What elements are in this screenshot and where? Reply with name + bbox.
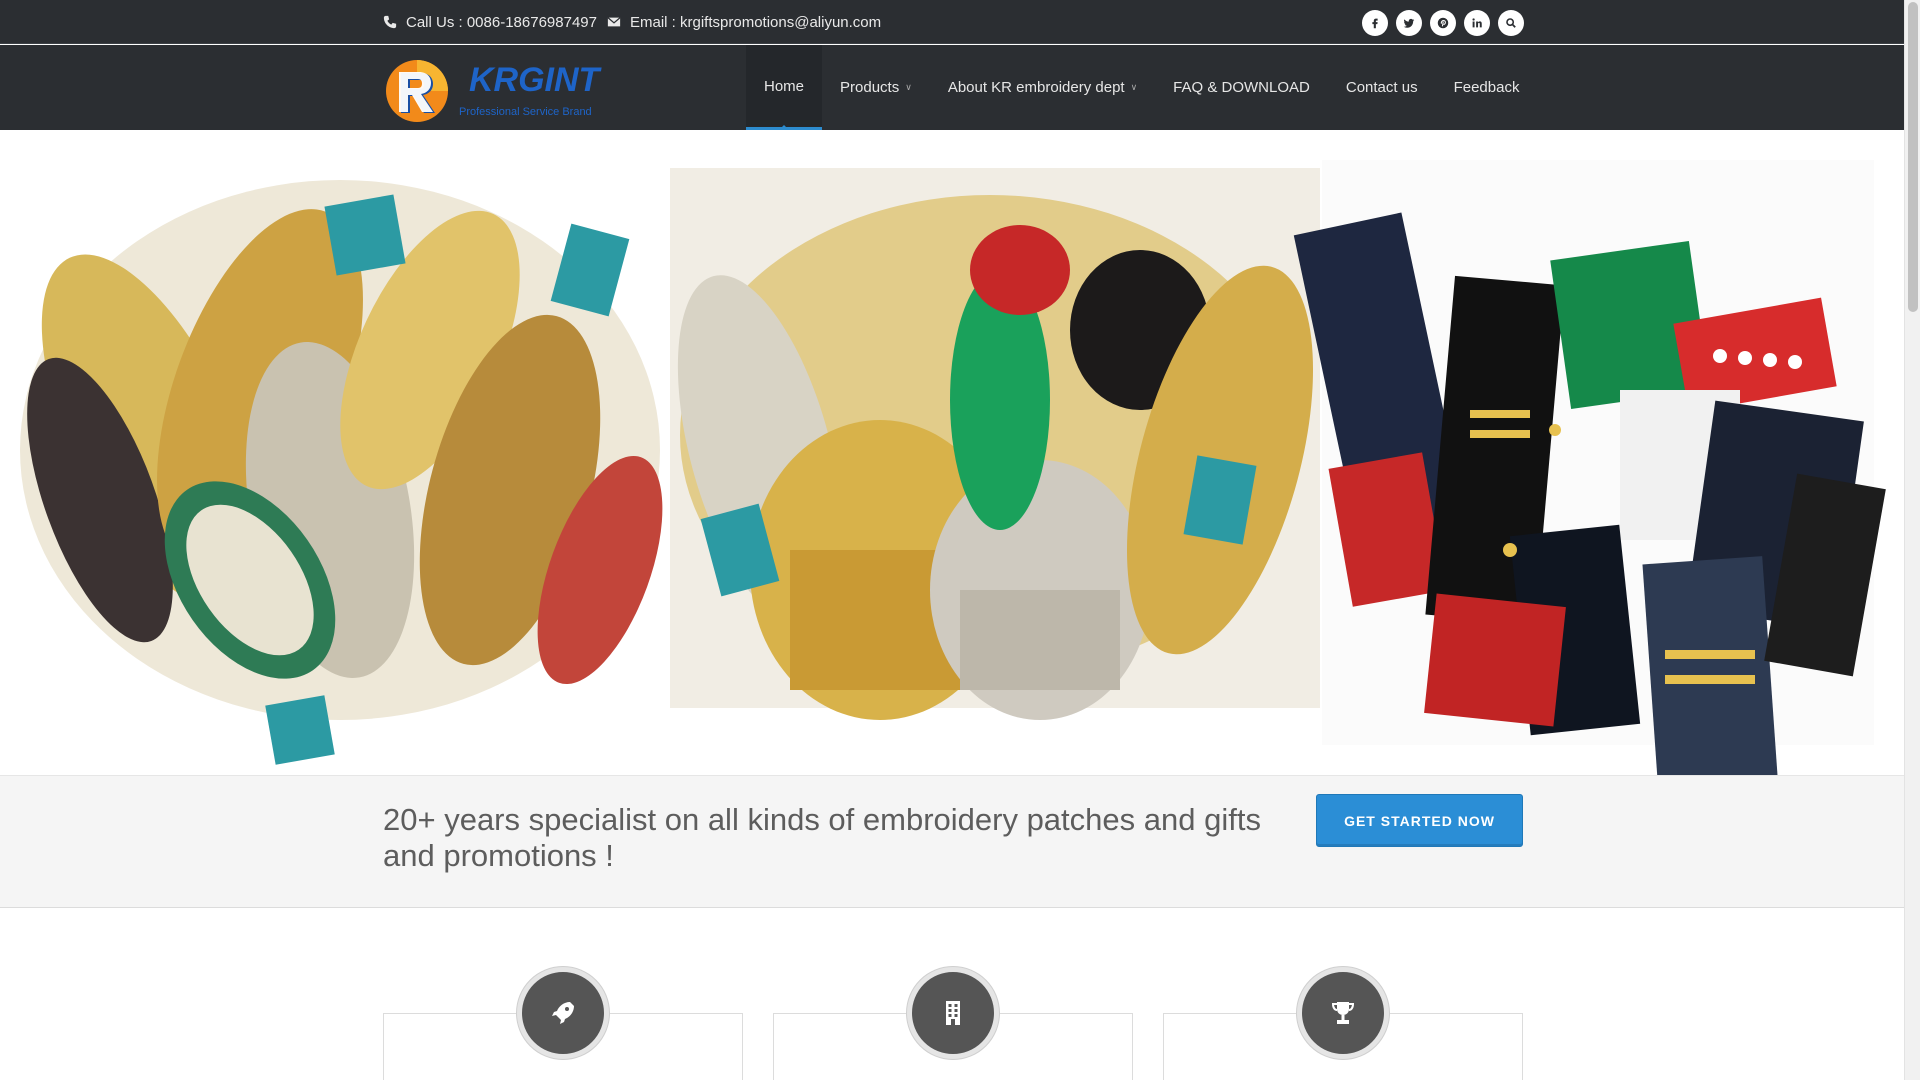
shoulder-boards-image	[0, 130, 680, 775]
nav-item-contact-us[interactable]: Contact us	[1328, 45, 1436, 130]
hero-banner	[0, 130, 1904, 775]
facebook-icon[interactable]	[1362, 10, 1388, 36]
envelope-icon	[607, 15, 621, 29]
hero-image	[0, 130, 1886, 775]
linkedin-icon[interactable]	[1464, 10, 1490, 36]
phone-text: Call Us : 0086-18676987497	[406, 13, 597, 31]
promo-headline: 20+ years specialist on all kinds of emb…	[383, 802, 1261, 873]
logo[interactable]: KRGINT Professional Service Brand	[383, 57, 623, 123]
rank-insignia-image	[1293, 160, 1886, 775]
nav-item-label: About KR embroidery dept	[947, 79, 1125, 96]
chevron-down-icon: ∨	[1130, 82, 1138, 92]
page: Call Us : 0086-18676987497 Email : krgif…	[0, 0, 1904, 1080]
rocket-icon	[517, 967, 609, 1059]
logo-brand: KRGINT	[469, 61, 603, 99]
phone-contact: Call Us : 0086-18676987497	[383, 0, 597, 44]
nav-item-label: Feedback	[1453, 79, 1520, 96]
nav-item-about-kr-embroidery-dept[interactable]: About KR embroidery dept ∨	[930, 45, 1155, 130]
nav-item-faq-download[interactable]: FAQ & DOWNLOAD	[1155, 45, 1328, 130]
nav-item-label: FAQ & DOWNLOAD	[1173, 79, 1310, 96]
search-icon[interactable]	[1498, 10, 1524, 36]
pinterest-icon[interactable]	[1430, 10, 1456, 36]
top-bar: Call Us : 0086-18676987497 Email : krgif…	[0, 0, 1904, 44]
nav-item-feedback[interactable]: Feedback	[1436, 45, 1538, 130]
building-icon	[907, 967, 999, 1059]
twitter-icon[interactable]	[1396, 10, 1422, 36]
trophy-icon	[1297, 967, 1389, 1059]
main-nav: Home Products ∨ About KR embroidery dept ∨ FA…	[746, 45, 1537, 130]
email-text[interactable]: Email : krgiftspromotions@aliyun.com	[630, 14, 881, 31]
nav-item-home[interactable]: Home	[746, 45, 823, 130]
get-started-button[interactable]: GET STARTED NOW	[1316, 794, 1523, 847]
nav-item-label: Home	[764, 77, 805, 95]
logo-tagline: Professional Service Brand	[459, 106, 592, 118]
chevron-down-icon: ∨	[905, 82, 912, 92]
phone-icon	[383, 15, 397, 29]
epaulettes-image	[670, 168, 1320, 720]
nav-item-label: Products	[840, 79, 900, 96]
nav-item-products[interactable]: Products ∨	[822, 45, 930, 130]
nav-item-label: Contact us	[1345, 79, 1418, 96]
social-links	[1362, 10, 1524, 36]
scrollbar[interactable]	[1904, 0, 1920, 1080]
email-contact[interactable]: Email : krgiftspromotions@aliyun.com	[607, 0, 881, 44]
main-header: KRGINT Professional Service Brand Home Pr…	[0, 45, 1904, 130]
scrollbar-thumb[interactable]	[1908, 2, 1918, 312]
promo-band: 20+ years specialist on all kinds of emb…	[0, 775, 1904, 908]
